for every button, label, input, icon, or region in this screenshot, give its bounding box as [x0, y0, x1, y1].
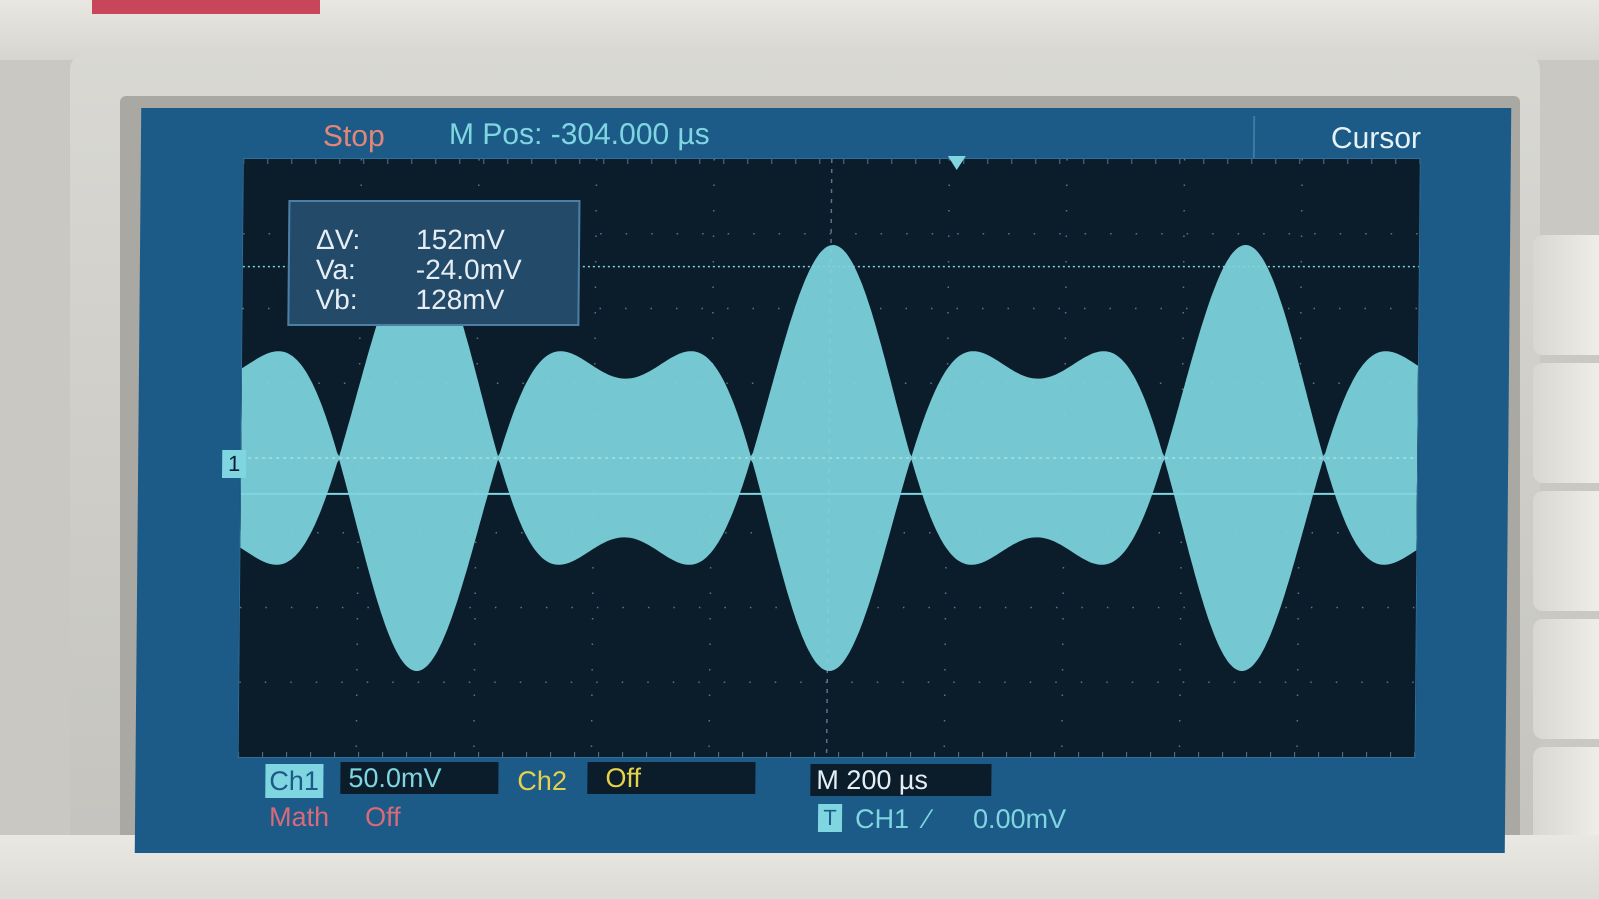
menu-button-4[interactable]: [1533, 619, 1599, 739]
delta-v-value: 152mV: [415, 224, 505, 255]
trigger-source: CH1: [854, 804, 910, 834]
instrument-housing: [0, 0, 1599, 60]
status-bar: Stop M Pos: -304.000 µs Cursor: [141, 108, 1511, 160]
channel-1-ground-marker: 1: [222, 450, 247, 478]
trigger-position-marker: [947, 156, 966, 170]
ch2-value: Off: [587, 762, 756, 794]
brand-strip: [92, 0, 320, 14]
vb-label: Vb:: [315, 284, 358, 315]
channel-status-bar: Ch1 50.0mV Ch2 Off M 200 µs Math Off T C…: [135, 756, 1506, 853]
menu-title: Cursor: [1330, 122, 1422, 155]
menu-button-column: [1529, 235, 1599, 875]
menu-button-2[interactable]: [1533, 363, 1599, 483]
ch1-scale: 50.0mV: [340, 762, 499, 794]
ch2-label[interactable]: Ch2: [517, 766, 567, 797]
trigger-level: 0.00mV: [972, 804, 1067, 834]
delta-v-label: ΔV:: [315, 224, 361, 255]
vb-value: 128mV: [415, 284, 505, 315]
math-label[interactable]: Math: [269, 802, 329, 833]
ch1-label[interactable]: Ch1: [265, 764, 324, 798]
trigger-slope-icon: ∕: [924, 804, 930, 834]
run-status: Stop: [322, 120, 385, 153]
va-label: Va:: [315, 254, 356, 285]
math-value: Off: [364, 802, 401, 832]
timebase: M 200 µs: [810, 764, 992, 796]
cursor-readout: ΔV: 152mV Va: -24.0mV Vb: 128mV: [287, 200, 581, 326]
va-value: -24.0mV: [415, 254, 522, 285]
menu-divider: [1252, 116, 1256, 160]
trigger-icon: T: [817, 804, 843, 832]
menu-button-3[interactable]: [1533, 491, 1599, 611]
oscilloscope-screen: Stop M Pos: -304.000 µs Cursor 1 ΔV: 152…: [134, 108, 1512, 853]
horizontal-position: M Pos: -304.000 µs: [448, 118, 710, 151]
menu-button-1[interactable]: [1533, 235, 1599, 355]
